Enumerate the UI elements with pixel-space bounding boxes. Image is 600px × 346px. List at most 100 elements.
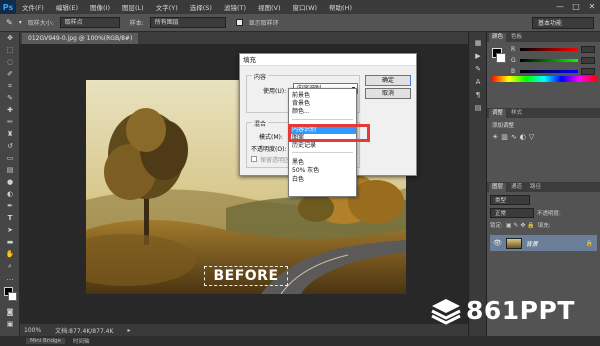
option-history[interactable]: 历史记录	[289, 142, 356, 150]
character-panel-icon[interactable]: A	[469, 75, 487, 88]
status-arrow-icon[interactable]: ▸	[127, 327, 130, 334]
maximize-button[interactable]: □	[568, 0, 584, 14]
show-ring-label: 显示取样环	[248, 20, 279, 27]
brush-tool-icon[interactable]: ✏	[0, 116, 20, 128]
properties-panel-icon[interactable]: ▤	[469, 101, 487, 114]
menu-filter[interactable]: 滤镜(T)	[218, 2, 252, 12]
vibrance-icon[interactable]: ▽	[529, 133, 537, 141]
eyedropper-icon[interactable]: ✎	[0, 92, 20, 104]
layer-name[interactable]: 背景	[526, 239, 538, 248]
menu-window[interactable]: 窗口(W)	[287, 2, 324, 12]
lock-label: 锁定:	[490, 223, 503, 229]
option-50-gray[interactable]: 50% 灰色	[289, 167, 356, 175]
zoom-tool-icon[interactable]: ⌕	[0, 260, 20, 272]
layer-row[interactable]: 👁 背景 🔒	[490, 235, 597, 251]
tab-channels[interactable]: 通道	[508, 183, 525, 192]
tab-color[interactable]: 颜色	[489, 33, 507, 42]
menu-type[interactable]: 文字(Y)	[150, 2, 184, 12]
color-bg-swatch[interactable]	[496, 53, 506, 63]
tab-paths[interactable]: 路径	[527, 183, 544, 192]
dropdown-separator	[292, 152, 353, 154]
minimize-button[interactable]: —	[552, 0, 568, 14]
healing-brush-icon[interactable]: ✚	[0, 104, 20, 116]
clone-stamp-icon[interactable]: ♜	[0, 128, 20, 140]
eye-icon[interactable]: 👁	[493, 239, 502, 247]
background-color-swatch[interactable]	[8, 292, 17, 301]
adjustment-icons: ☀▥∿◐▽	[492, 133, 595, 141]
pen-tool-icon[interactable]: ✒	[0, 200, 20, 212]
menu-select[interactable]: 选择(S)	[184, 2, 218, 12]
curves-icon[interactable]: ∿	[511, 133, 520, 141]
exposure-icon[interactable]: ◐	[520, 133, 529, 141]
status-bar: 100% 文档:877.4K/877.4K ▸	[20, 324, 468, 336]
more-tools-icon[interactable]: …	[0, 272, 20, 284]
sample-size-select[interactable]: 取样点	[59, 17, 120, 28]
mode-label: 模式(M):	[259, 134, 283, 141]
history-brush-icon[interactable]: ↺	[0, 140, 20, 152]
tab-adjustments[interactable]: 调整	[489, 109, 507, 118]
color-spectrum[interactable]	[491, 76, 597, 82]
quick-mask-icon[interactable]: ◙	[0, 306, 20, 318]
blend-group-label: 混合	[252, 119, 269, 128]
lock-icons[interactable]: ▣ ✎ ✥ 🔒	[506, 222, 535, 229]
menu-file[interactable]: 文件(F)	[16, 2, 50, 12]
crop-tool-icon[interactable]: ⌗	[0, 80, 20, 92]
brightness-icon[interactable]: ☀	[492, 133, 501, 141]
paragraph-panel-icon[interactable]: ¶	[469, 88, 487, 101]
right-panels: 颜色 色板 R G B 调整 样式 添加调整 ☀▥∿◐▽ 图层 通道 路径 类型…	[486, 32, 600, 336]
gradient-tool-icon[interactable]: ▤	[0, 164, 20, 176]
lasso-tool-icon[interactable]: ◌	[0, 56, 20, 68]
ok-button[interactable]: 确定	[365, 75, 411, 86]
tab-swatches[interactable]: 色板	[508, 33, 525, 42]
dodge-tool-icon[interactable]: ◐	[0, 188, 20, 200]
stack-logo-icon	[431, 298, 461, 325]
green-slider[interactable]: G	[507, 55, 599, 66]
levels-icon[interactable]: ▥	[501, 133, 511, 141]
screen-mode-icon[interactable]: ▣	[0, 318, 20, 330]
tab-styles[interactable]: 样式	[508, 109, 525, 118]
layer-opacity-label: 不透明度:	[537, 211, 561, 217]
brush-panel-icon[interactable]: ✎	[469, 62, 487, 75]
menu-layer[interactable]: 图层(L)	[116, 2, 150, 12]
watermark-text: 861PPT	[466, 296, 575, 325]
option-white[interactable]: 白色	[289, 176, 356, 184]
document-info: 文档:877.4K/877.4K	[55, 327, 114, 335]
tools-panel: ✥ ⬚ ◌ ✐ ⌗ ✎ ✚ ✏ ♜ ↺ ▭ ▤ ● ◐ ✒ T ➤ ▬ ✋ ⌕ …	[0, 32, 20, 338]
path-select-icon[interactable]: ➤	[0, 224, 20, 236]
preserve-transparency-checkbox[interactable]	[251, 156, 257, 162]
zoom-level[interactable]: 100%	[24, 327, 41, 334]
option-foreground-color[interactable]: 前景色	[289, 92, 356, 100]
menu-help[interactable]: 帮助(H)	[323, 2, 358, 12]
document-tab[interactable]: 012GV949-0.jpg @ 100%(RGB/8#)	[22, 33, 139, 44]
menu-image[interactable]: 图像(I)	[84, 2, 116, 12]
hand-tool-icon[interactable]: ✋	[0, 248, 20, 260]
sample-select[interactable]: 所有图层	[149, 17, 226, 28]
quick-select-tool-icon[interactable]: ✐	[0, 68, 20, 80]
eyedropper-tool-icon[interactable]: ✎	[6, 18, 13, 27]
menu-view[interactable]: 视图(V)	[252, 2, 287, 12]
eraser-tool-icon[interactable]: ▭	[0, 152, 20, 164]
layer-filter-select[interactable]: 类型	[490, 195, 530, 205]
red-slider[interactable]: R	[507, 44, 599, 55]
timeline-tab[interactable]: 时间轴	[73, 337, 90, 345]
menu-edit[interactable]: 编辑(E)	[50, 2, 84, 12]
color-swatches[interactable]	[0, 284, 19, 306]
type-tool-icon[interactable]: T	[0, 212, 20, 224]
history-panel-icon[interactable]: ▦	[469, 36, 487, 49]
marquee-tool-icon[interactable]: ⬚	[0, 44, 20, 56]
workspace-select[interactable]: 基本功能	[532, 17, 594, 29]
cancel-button[interactable]: 取消	[365, 88, 411, 99]
dropdown-separator	[292, 118, 353, 120]
actions-panel-icon[interactable]: ▶	[469, 49, 487, 62]
tab-layers[interactable]: 图层	[489, 183, 507, 192]
tool-preset-dropdown[interactable]: ▾	[19, 19, 22, 26]
bottom-panel-tabs: Mini Bridge 时间轴	[0, 336, 600, 346]
shape-tool-icon[interactable]: ▬	[0, 236, 20, 248]
close-window-button[interactable]: ✕	[584, 0, 600, 14]
move-tool-icon[interactable]: ✥	[0, 32, 20, 44]
blur-tool-icon[interactable]: ●	[0, 176, 20, 188]
mini-bridge-tab[interactable]: Mini Bridge	[26, 338, 65, 344]
show-ring-checkbox[interactable]	[235, 19, 243, 26]
option-color[interactable]: 颜色...	[289, 108, 356, 116]
blend-mode-select[interactable]: 正常	[490, 208, 534, 218]
